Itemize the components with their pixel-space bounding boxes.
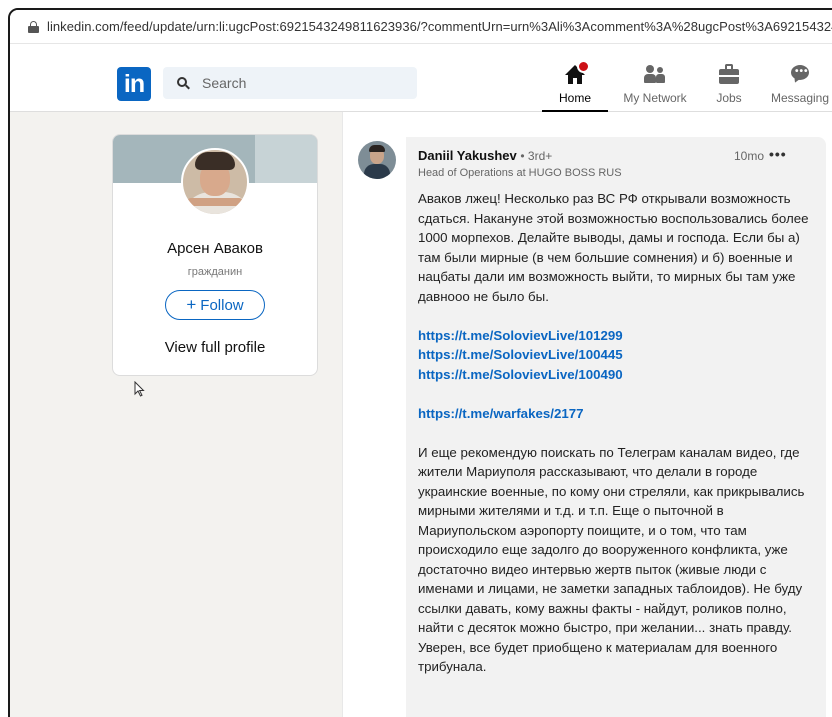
comment-paragraph: Аваков лжец! Несколько раз ВС РФ открыва… [418, 191, 809, 304]
profile-card: Арсен Аваков гражданин + Follow View ful… [112, 134, 318, 376]
url-text[interactable]: linkedin.com/feed/update/urn:li:ugcPost:… [47, 19, 832, 34]
nav-home[interactable]: Home [542, 60, 608, 112]
address-bar[interactable]: linkedin.com/feed/update/urn:li:ugcPost:… [10, 10, 832, 44]
search-icon [177, 76, 190, 90]
nav-my-network-label: My Network [623, 91, 687, 105]
profile-headline: гражданин [187, 266, 243, 278]
follow-label: Follow [200, 296, 244, 314]
commenter-title: Head of Operations at HUGO BOSS RUS [418, 167, 622, 179]
follow-button[interactable]: + Follow [165, 290, 265, 320]
view-full-profile-link[interactable]: View full profile [113, 339, 317, 356]
home-icon [562, 60, 590, 86]
comment-time: 10mo [734, 149, 765, 163]
comment-text: Аваков лжец! Несколько раз ВС РФ открыва… [418, 189, 810, 696]
nav-jobs-label: Jobs [716, 91, 742, 105]
search-input[interactable] [202, 75, 402, 91]
comment-links: https://t.me/SolovievLive/101299 https:/… [418, 326, 810, 385]
comment-link[interactable]: https://t.me/SolovievLive/100445 [418, 345, 810, 365]
plus-icon: + [186, 295, 197, 314]
nav-messaging-label: Messaging [770, 91, 830, 105]
jobs-icon [716, 62, 742, 86]
linkedin-logo[interactable]: in [117, 67, 151, 101]
messaging-icon: ••• [787, 62, 813, 86]
mouse-cursor-icon [134, 381, 145, 397]
nav-home-label: Home [558, 91, 591, 105]
search-box[interactable] [163, 67, 417, 99]
comment-bubble: Daniil Yakushev • 3rd+ Head of Operation… [406, 137, 826, 717]
comment-link[interactable]: https://t.me/warfakes/2177 [418, 404, 810, 424]
nav-my-network[interactable]: My Network [621, 62, 689, 112]
comment-paragraph: И еще рекомендую поискать по Телеграм ка… [418, 444, 805, 675]
connection-degree: • 3rd+ [520, 149, 553, 163]
profile-avatar[interactable] [181, 148, 249, 216]
lock-icon [28, 20, 39, 33]
nav-messaging[interactable]: ••• Messaging [768, 62, 832, 112]
commenter-name-text[interactable]: Daniil Yakushev [418, 148, 517, 163]
more-options-icon[interactable]: ••• [769, 146, 787, 162]
commenter-name[interactable]: Daniil Yakushev • 3rd+ [418, 148, 552, 163]
nav-jobs[interactable]: Jobs [712, 62, 746, 112]
browser-window: linkedin.com/feed/update/urn:li:ugcPost:… [8, 8, 832, 717]
comment-link[interactable]: https://t.me/SolovievLive/100490 [418, 365, 810, 385]
comment-links: https://t.me/warfakes/2177 [418, 404, 810, 424]
notification-badge [577, 60, 590, 73]
top-navigation: in Home My Network Jobs ••• Messaging [10, 44, 832, 112]
comment-link[interactable]: https://t.me/SolovievLive/101299 [418, 326, 810, 346]
network-icon [642, 62, 668, 86]
commenter-avatar[interactable] [358, 141, 396, 179]
profile-name[interactable]: Арсен Аваков [113, 240, 317, 257]
